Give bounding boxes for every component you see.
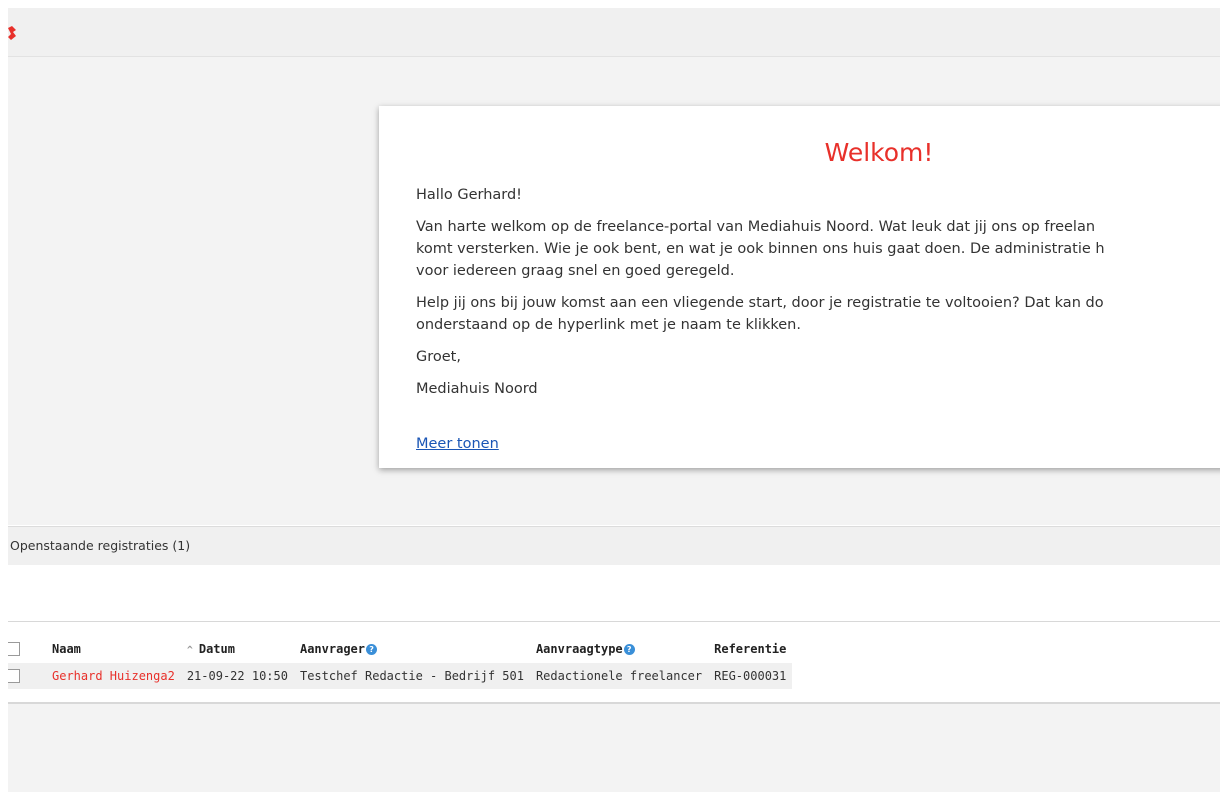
help-icon[interactable]: ? xyxy=(366,644,378,655)
select-all-checkbox[interactable] xyxy=(8,642,20,657)
row-checkbox[interactable] xyxy=(8,669,20,684)
show-more-link[interactable]: Meer tonen xyxy=(416,436,499,452)
instruction-line-2: onderstaand op de hyperlink met je naam … xyxy=(416,317,801,333)
intro-paragraph: Van harte welkom op de freelance-portal … xyxy=(416,216,1220,282)
column-referentie-label: Referentie xyxy=(714,642,787,656)
column-aanvraagtype-label: Aanvraagtype xyxy=(535,642,623,656)
help-icon[interactable]: ? xyxy=(623,644,635,655)
column-naam-label: Naam xyxy=(52,642,81,656)
intro-line-3: voor iedereen graag snel en goed geregel… xyxy=(416,263,735,279)
intro-line-2: komt versterken. Wie je ook bent, en wat… xyxy=(416,241,1105,257)
cell-referentie: REG-000031 xyxy=(708,663,793,689)
welcome-message: Hallo Gerhard! Van harte welkom op de fr… xyxy=(416,184,1220,410)
top-bar xyxy=(8,8,1220,57)
logo-icon[interactable] xyxy=(8,26,16,40)
cell-aanvrager: Testchef Redactie - Bedrijf 501 xyxy=(293,663,530,689)
column-aanvraagtype[interactable]: Aanvraagtype? xyxy=(530,635,708,663)
column-aanvrager-label: Aanvrager xyxy=(299,642,366,656)
table-header-row: Naam ^ Datum Aanvrager? Aanvraagtype? Ref… xyxy=(8,635,792,663)
pending-registrations-header: Openstaande registraties (1) xyxy=(8,526,1220,565)
registration-name-link[interactable]: Gerhard Huizenga2 xyxy=(52,669,175,683)
cell-datum: 21-09-22 10:50 xyxy=(180,663,294,689)
cell-naam: Gerhard Huizenga2 xyxy=(28,663,181,689)
column-datum[interactable]: ^ Datum xyxy=(181,635,294,663)
bottom-panel xyxy=(8,702,1220,792)
closing-text: Groet, xyxy=(416,349,461,365)
section-title: Openstaande registraties (1) xyxy=(10,538,191,553)
row-select-cell xyxy=(8,663,28,689)
welcome-title: Welkom! xyxy=(824,138,934,167)
welcome-card: Welkom! Hallo Gerhard! Van harte welkom … xyxy=(379,106,1220,468)
cell-aanvraagtype: Redactionele freelancer xyxy=(529,663,709,689)
registrations-table-container: Naam ^ Datum Aanvrager? Aanvraagtype? Ref… xyxy=(8,621,1220,702)
intro-line-1: Van harte welkom op de freelance-portal … xyxy=(416,219,1096,235)
column-referentie[interactable]: Referentie xyxy=(708,635,792,663)
registrations-table: Naam ^ Datum Aanvrager? Aanvraagtype? Ref… xyxy=(8,635,793,689)
sort-asc-icon: ^ xyxy=(186,645,193,656)
instruction-line-1: Help jij ons bij jouw komst aan een vlie… xyxy=(416,295,1104,311)
column-naam[interactable]: Naam xyxy=(28,635,181,663)
instruction-paragraph: Help jij ons bij jouw komst aan een vlie… xyxy=(416,292,1220,336)
table-row[interactable]: Gerhard Huizenga2 21-09-22 10:50 Testche… xyxy=(8,663,793,689)
select-all-cell xyxy=(8,635,28,663)
column-datum-label: Datum xyxy=(198,642,235,656)
signature-text: Mediahuis Noord xyxy=(416,381,538,397)
column-aanvrager[interactable]: Aanvrager? xyxy=(294,635,530,663)
greeting-text: Hallo Gerhard! xyxy=(416,187,522,203)
